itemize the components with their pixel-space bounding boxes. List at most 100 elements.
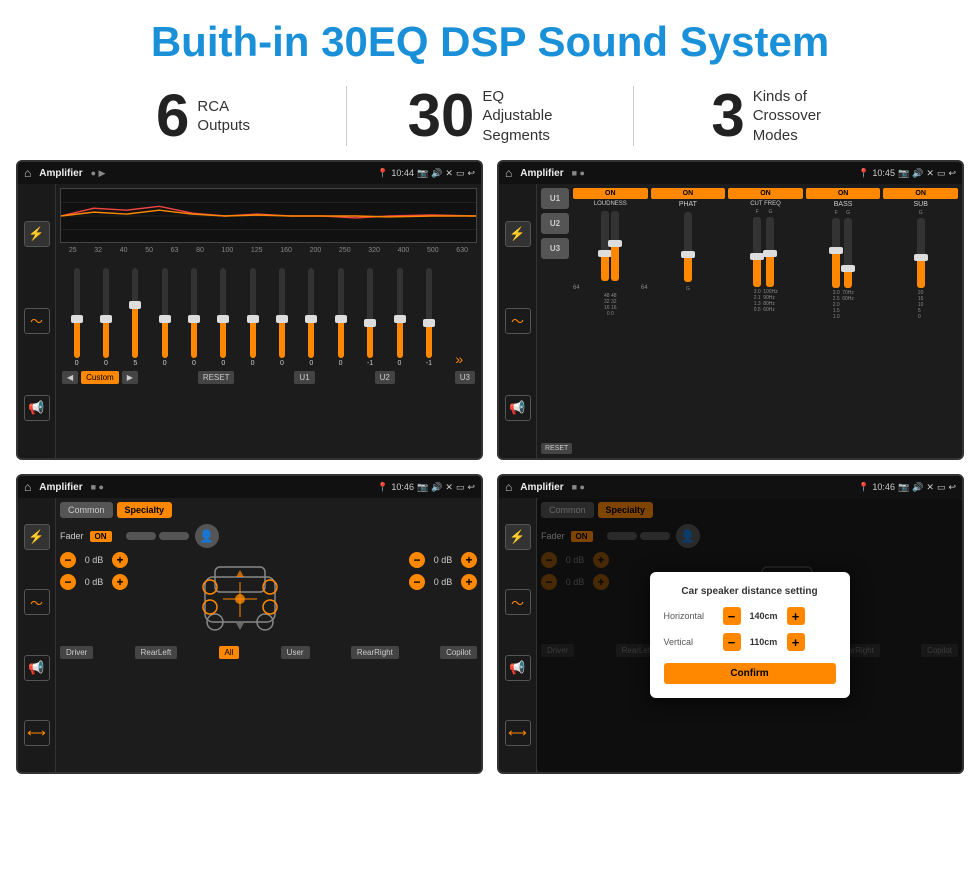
- cross-bass-s1[interactable]: [832, 218, 840, 288]
- eq-sidebar-eq[interactable]: ⚡: [24, 221, 50, 247]
- eq-track-7[interactable]: [279, 268, 285, 358]
- fader-rearright-button[interactable]: RearRight: [351, 646, 399, 659]
- db-minus-1[interactable]: −: [60, 552, 76, 568]
- eq-thumb-4[interactable]: [188, 315, 200, 323]
- cross-ch-phat-on[interactable]: ON: [651, 188, 726, 199]
- fader-driver-button[interactable]: Driver: [60, 646, 93, 659]
- eq-thumb-2[interactable]: [129, 301, 141, 309]
- fader-all-button[interactable]: All: [219, 646, 240, 659]
- eq-next-button[interactable]: ▶: [122, 371, 138, 384]
- eq-thumb-11[interactable]: [394, 315, 406, 323]
- cross-preset-u2[interactable]: U2: [541, 213, 569, 234]
- cross-preset-u1[interactable]: U1: [541, 188, 569, 209]
- fader2-sidebar-speaker[interactable]: 📢: [505, 655, 531, 681]
- fader-sidebar-wave[interactable]: 〜: [24, 589, 50, 615]
- eq-thumb-1[interactable]: [100, 315, 112, 323]
- cross-p-thumb1[interactable]: [681, 251, 695, 258]
- eq-track-6[interactable]: [250, 268, 256, 358]
- eq-track-12[interactable]: [426, 268, 432, 358]
- eq-track-11[interactable]: [397, 268, 403, 358]
- home-icon[interactable]: ⌂: [24, 166, 31, 180]
- fader2-home-icon[interactable]: ⌂: [505, 480, 512, 494]
- cross-cutfreq-s1[interactable]: [753, 217, 761, 287]
- cross-cutfreq-s2[interactable]: [766, 217, 774, 287]
- eq-thumb-0[interactable]: [71, 315, 83, 323]
- cross-ch-loudness-on[interactable]: ON: [573, 188, 648, 199]
- eq-reset-button[interactable]: RESET: [198, 371, 235, 384]
- cross-sidebar-eq[interactable]: ⚡: [505, 221, 531, 247]
- fader-sidebar-eq[interactable]: ⚡: [24, 524, 50, 550]
- fader2-sidebar-eq[interactable]: ⚡: [505, 524, 531, 550]
- cross-ch-bass-on[interactable]: ON: [806, 188, 881, 199]
- db-minus-2[interactable]: −: [60, 574, 76, 590]
- cross-l-thumb1[interactable]: [598, 250, 612, 257]
- db-plus-2[interactable]: +: [112, 574, 128, 590]
- eq-track-4[interactable]: [191, 268, 197, 358]
- cross-sub-s1[interactable]: [917, 218, 925, 288]
- eq-u2-button[interactable]: U2: [375, 371, 395, 384]
- db-plus-3[interactable]: +: [461, 552, 477, 568]
- eq-sidebar-wave[interactable]: 〜: [24, 308, 50, 334]
- cross-phat-s1[interactable]: [684, 212, 692, 282]
- eq-track-0[interactable]: [74, 268, 80, 358]
- fader-rearleft-button[interactable]: RearLeft: [135, 646, 178, 659]
- fader2-sidebar-expand[interactable]: ⟷: [505, 720, 531, 746]
- eq-track-10[interactable]: [367, 268, 373, 358]
- eq-thumb-3[interactable]: [159, 315, 171, 323]
- eq-thumb-5[interactable]: [217, 315, 229, 323]
- cross-cf-thumb1[interactable]: [750, 253, 764, 260]
- fader-h-slider-1[interactable]: [126, 532, 156, 540]
- cross-b-thumb1[interactable]: [829, 247, 843, 254]
- eq-thumb-10[interactable]: [364, 319, 376, 327]
- fader2-sidebar-wave[interactable]: 〜: [505, 589, 531, 615]
- cross-ch-cutfreq-on[interactable]: ON: [728, 188, 803, 199]
- db-plus-4[interactable]: +: [461, 574, 477, 590]
- cross-ch-sub-on[interactable]: ON: [883, 188, 958, 199]
- eq-thumb-9[interactable]: [335, 315, 347, 323]
- eq-track-1[interactable]: [103, 268, 109, 358]
- confirm-button[interactable]: Confirm: [664, 663, 836, 684]
- dialog-horizontal-plus[interactable]: +: [787, 607, 805, 625]
- eq-thumb-12[interactable]: [423, 319, 435, 327]
- cross-l-thumb2[interactable]: [608, 240, 622, 247]
- cross-bass-s2[interactable]: [844, 218, 852, 288]
- cross-sidebar-speaker[interactable]: 📢: [505, 395, 531, 421]
- fader-profile-icon[interactable]: 👤: [195, 524, 219, 548]
- fader-h-slider-2[interactable]: [159, 532, 189, 540]
- eq-u1-button[interactable]: U1: [294, 371, 314, 384]
- expand-arrows-icon[interactable]: »: [455, 321, 463, 367]
- eq-track-3[interactable]: [162, 268, 168, 358]
- cross-home-icon[interactable]: ⌂: [505, 166, 512, 180]
- eq-thumb-8[interactable]: [305, 315, 317, 323]
- fader-sidebar-expand[interactable]: ⟷: [24, 720, 50, 746]
- cross-s-thumb1[interactable]: [914, 254, 928, 261]
- eq-track-2[interactable]: [132, 268, 138, 358]
- fader-copilot-button[interactable]: Copilot: [440, 646, 477, 659]
- fader-user-button[interactable]: User: [281, 646, 310, 659]
- fader-sidebar-speaker[interactable]: 📢: [24, 655, 50, 681]
- cross-preset-u3[interactable]: U3: [541, 238, 569, 259]
- eq-preset-custom[interactable]: Custom: [81, 371, 119, 384]
- db-minus-3[interactable]: −: [409, 552, 425, 568]
- db-minus-4[interactable]: −: [409, 574, 425, 590]
- dialog-vertical-minus[interactable]: −: [723, 633, 741, 651]
- dialog-horizontal-minus[interactable]: −: [723, 607, 741, 625]
- eq-track-5[interactable]: [220, 268, 226, 358]
- fader-home-icon[interactable]: ⌂: [24, 480, 31, 494]
- eq-sidebar-speaker[interactable]: 📢: [24, 395, 50, 421]
- eq-thumb-6[interactable]: [247, 315, 259, 323]
- db-plus-1[interactable]: +: [112, 552, 128, 568]
- dialog-vertical-plus[interactable]: +: [787, 633, 805, 651]
- fader-tab-common[interactable]: Common: [60, 502, 113, 518]
- cross-cf-thumb2[interactable]: [763, 250, 777, 257]
- eq-thumb-7[interactable]: [276, 315, 288, 323]
- eq-track-9[interactable]: [338, 268, 344, 358]
- eq-track-8[interactable]: [308, 268, 314, 358]
- eq-u3-button[interactable]: U3: [455, 371, 475, 384]
- cross-loudness-s2[interactable]: [611, 211, 619, 281]
- fader-on-button[interactable]: ON: [90, 531, 112, 542]
- cross-sidebar-wave[interactable]: 〜: [505, 308, 531, 334]
- fader-tab-specialty[interactable]: Specialty: [117, 502, 173, 518]
- cross-b-thumb2[interactable]: [841, 265, 855, 272]
- cross-reset-button[interactable]: RESET: [541, 443, 572, 454]
